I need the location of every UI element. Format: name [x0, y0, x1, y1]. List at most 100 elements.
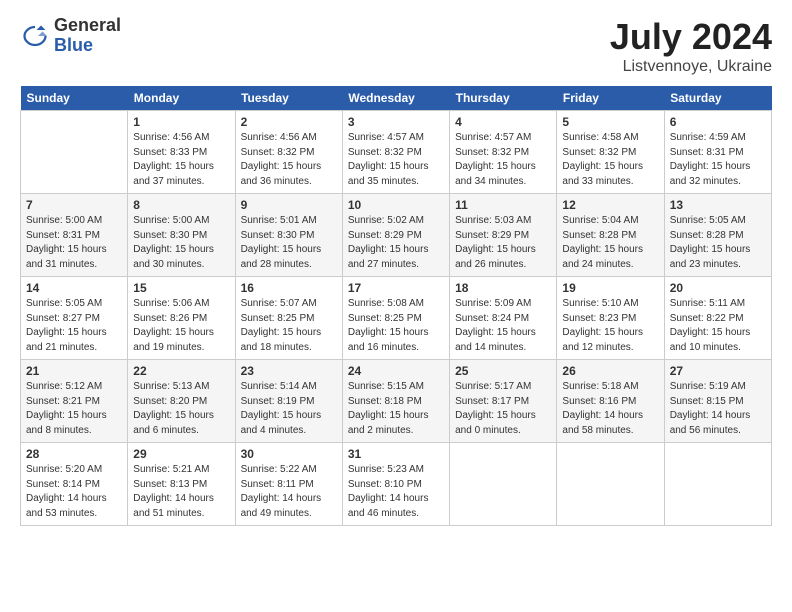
day-info: Sunrise: 5:02 AM Sunset: 8:29 PM Dayligh…: [348, 214, 444, 272]
day-info: Sunrise: 5:19 AM Sunset: 8:15 PM Dayligh…: [670, 380, 766, 438]
day-number: 4: [455, 115, 551, 129]
day-info: Sunrise: 5:05 AM Sunset: 8:27 PM Dayligh…: [26, 297, 122, 355]
calendar-cell: 26Sunrise: 5:18 AM Sunset: 8:16 PM Dayli…: [557, 360, 664, 443]
day-number: 26: [562, 364, 658, 378]
day-number: 3: [348, 115, 444, 129]
day-number: 30: [241, 447, 337, 461]
calendar-cell: 15 Sunrise: 5:06 AM Sunset: 8:26 PM Dayli…: [128, 277, 235, 360]
calendar-week-2: 14 Sunrise: 5:05 AM Sunset: 8:27 PM Dayli…: [21, 277, 772, 360]
day-info: Sunrise: 5:13 AM Sunset: 8:20 PM Dayligh…: [133, 380, 229, 438]
calendar-cell: 17 Sunrise: 5:08 AM Sunset: 8:25 PM Dayli…: [342, 277, 449, 360]
calendar-cell: 19Sunrise: 5:10 AM Sunset: 8:23 PM Dayli…: [557, 277, 664, 360]
header: General Blue July 2024 Listvennoye, Ukra…: [20, 16, 772, 76]
day-number: 7: [26, 198, 122, 212]
calendar-cell: 4 Sunrise: 4:57 AM Sunset: 8:32 PM Daylig…: [450, 111, 557, 194]
day-info: Sunrise: 4:58 AM Sunset: 8:32 PM Dayligh…: [562, 131, 658, 189]
day-number: 15: [133, 281, 229, 295]
day-info: Sunrise: 5:07 AM Sunset: 8:25 PM Dayligh…: [241, 297, 337, 355]
day-info: Sunrise: 5:00 AM Sunset: 8:30 PM Dayligh…: [133, 214, 229, 272]
day-number: 6: [670, 115, 766, 129]
header-sunday: Sunday: [21, 86, 128, 111]
calendar-cell: 24 Sunrise: 5:15 AM Sunset: 8:18 PM Dayli…: [342, 360, 449, 443]
day-number: 25: [455, 364, 551, 378]
day-info: Sunrise: 5:11 AM Sunset: 8:22 PM Dayligh…: [670, 297, 766, 355]
day-number: 24: [348, 364, 444, 378]
logo-blue: Blue: [54, 35, 93, 55]
day-number: 16: [241, 281, 337, 295]
day-info: Sunrise: 5:03 AM Sunset: 8:29 PM Dayligh…: [455, 214, 551, 272]
calendar-cell: [21, 111, 128, 194]
logo-text: General Blue: [54, 16, 121, 56]
day-info: Sunrise: 5:05 AM Sunset: 8:28 PM Dayligh…: [670, 214, 766, 272]
day-info: Sunrise: 5:15 AM Sunset: 8:18 PM Dayligh…: [348, 380, 444, 438]
calendar-cell: 31Sunrise: 5:23 AM Sunset: 8:10 PM Dayli…: [342, 443, 449, 526]
day-number: 29: [133, 447, 229, 461]
calendar-cell: 7 Sunrise: 5:00 AM Sunset: 8:31 PM Daylig…: [21, 194, 128, 277]
calendar-cell: 6 Sunrise: 4:59 AM Sunset: 8:31 PM Daylig…: [664, 111, 771, 194]
calendar-week-4: 28Sunrise: 5:20 AM Sunset: 8:14 PM Dayli…: [21, 443, 772, 526]
calendar-week-0: 1Sunrise: 4:56 AM Sunset: 8:33 PM Daylig…: [21, 111, 772, 194]
calendar-cell: 14 Sunrise: 5:05 AM Sunset: 8:27 PM Dayli…: [21, 277, 128, 360]
day-number: 18: [455, 281, 551, 295]
day-info: Sunrise: 5:09 AM Sunset: 8:24 PM Dayligh…: [455, 297, 551, 355]
header-row: Sunday Monday Tuesday Wednesday Thursday…: [21, 86, 772, 111]
header-friday: Friday: [557, 86, 664, 111]
day-number: 12: [562, 198, 658, 212]
title-block: July 2024 Listvennoye, Ukraine: [610, 16, 772, 76]
calendar-cell: 2 Sunrise: 4:56 AM Sunset: 8:32 PM Daylig…: [235, 111, 342, 194]
calendar-cell: 8 Sunrise: 5:00 AM Sunset: 8:30 PM Daylig…: [128, 194, 235, 277]
day-number: 11: [455, 198, 551, 212]
calendar-cell: 1Sunrise: 4:56 AM Sunset: 8:33 PM Daylig…: [128, 111, 235, 194]
day-info: Sunrise: 5:21 AM Sunset: 8:13 PM Dayligh…: [133, 463, 229, 521]
calendar-cell: 28Sunrise: 5:20 AM Sunset: 8:14 PM Dayli…: [21, 443, 128, 526]
day-info: Sunrise: 4:56 AM Sunset: 8:32 PM Dayligh…: [241, 131, 337, 189]
calendar-table: Sunday Monday Tuesday Wednesday Thursday…: [20, 86, 772, 526]
day-info: Sunrise: 5:17 AM Sunset: 8:17 PM Dayligh…: [455, 380, 551, 438]
header-monday: Monday: [128, 86, 235, 111]
day-number: 9: [241, 198, 337, 212]
day-info: Sunrise: 5:06 AM Sunset: 8:26 PM Dayligh…: [133, 297, 229, 355]
calendar-cell: [450, 443, 557, 526]
header-thursday: Thursday: [450, 86, 557, 111]
calendar-subtitle: Listvennoye, Ukraine: [610, 58, 772, 76]
day-number: 17: [348, 281, 444, 295]
calendar-cell: 23Sunrise: 5:14 AM Sunset: 8:19 PM Dayli…: [235, 360, 342, 443]
day-number: 22: [133, 364, 229, 378]
day-info: Sunrise: 5:10 AM Sunset: 8:23 PM Dayligh…: [562, 297, 658, 355]
day-info: Sunrise: 4:57 AM Sunset: 8:32 PM Dayligh…: [455, 131, 551, 189]
header-tuesday: Tuesday: [235, 86, 342, 111]
day-number: 27: [670, 364, 766, 378]
day-number: 5: [562, 115, 658, 129]
day-info: Sunrise: 4:59 AM Sunset: 8:31 PM Dayligh…: [670, 131, 766, 189]
header-saturday: Saturday: [664, 86, 771, 111]
calendar-cell: 3 Sunrise: 4:57 AM Sunset: 8:32 PM Daylig…: [342, 111, 449, 194]
calendar-cell: [557, 443, 664, 526]
calendar-cell: 18 Sunrise: 5:09 AM Sunset: 8:24 PM Dayli…: [450, 277, 557, 360]
day-number: 13: [670, 198, 766, 212]
logo: General Blue: [20, 16, 121, 56]
day-info: Sunrise: 5:12 AM Sunset: 8:21 PM Dayligh…: [26, 380, 122, 438]
day-info: Sunrise: 4:57 AM Sunset: 8:32 PM Dayligh…: [348, 131, 444, 189]
day-number: 8: [133, 198, 229, 212]
calendar-cell: 13 Sunrise: 5:05 AM Sunset: 8:28 PM Dayli…: [664, 194, 771, 277]
day-number: 14: [26, 281, 122, 295]
calendar-cell: 9Sunrise: 5:01 AM Sunset: 8:30 PM Daylig…: [235, 194, 342, 277]
day-number: 20: [670, 281, 766, 295]
calendar-cell: 10Sunrise: 5:02 AM Sunset: 8:29 PM Dayli…: [342, 194, 449, 277]
calendar-cell: 16 Sunrise: 5:07 AM Sunset: 8:25 PM Dayli…: [235, 277, 342, 360]
calendar-week-1: 7 Sunrise: 5:00 AM Sunset: 8:31 PM Daylig…: [21, 194, 772, 277]
calendar-cell: 20 Sunrise: 5:11 AM Sunset: 8:22 PM Dayli…: [664, 277, 771, 360]
calendar-cell: 21Sunrise: 5:12 AM Sunset: 8:21 PM Dayli…: [21, 360, 128, 443]
day-info: Sunrise: 5:00 AM Sunset: 8:31 PM Dayligh…: [26, 214, 122, 272]
calendar-cell: 11 Sunrise: 5:03 AM Sunset: 8:29 PM Dayli…: [450, 194, 557, 277]
day-number: 2: [241, 115, 337, 129]
day-number: 1: [133, 115, 229, 129]
calendar-body: 1Sunrise: 4:56 AM Sunset: 8:33 PM Daylig…: [21, 111, 772, 526]
day-info: Sunrise: 5:14 AM Sunset: 8:19 PM Dayligh…: [241, 380, 337, 438]
header-wednesday: Wednesday: [342, 86, 449, 111]
day-info: Sunrise: 5:08 AM Sunset: 8:25 PM Dayligh…: [348, 297, 444, 355]
calendar-cell: 30Sunrise: 5:22 AM Sunset: 8:11 PM Dayli…: [235, 443, 342, 526]
calendar-cell: 22 Sunrise: 5:13 AM Sunset: 8:20 PM Dayli…: [128, 360, 235, 443]
calendar-cell: 29 Sunrise: 5:21 AM Sunset: 8:13 PM Dayli…: [128, 443, 235, 526]
calendar-cell: 25 Sunrise: 5:17 AM Sunset: 8:17 PM Dayli…: [450, 360, 557, 443]
